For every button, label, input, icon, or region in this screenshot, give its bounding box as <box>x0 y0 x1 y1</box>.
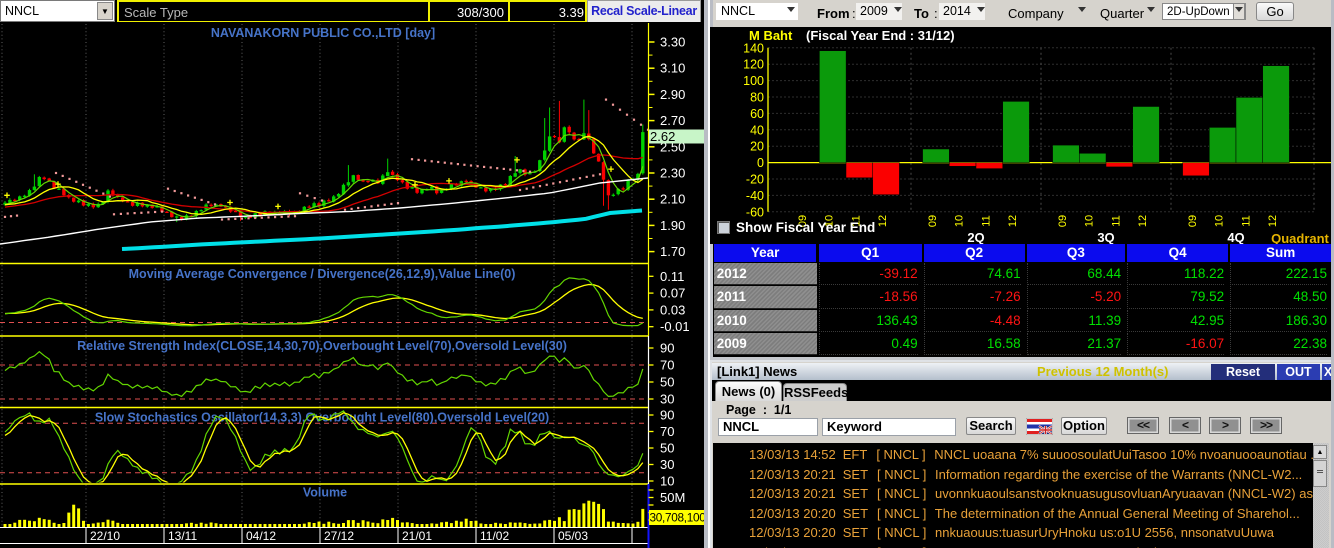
svg-text:11/02: 11/02 <box>480 529 509 543</box>
svg-text:0.03: 0.03 <box>660 302 685 317</box>
svg-text:80: 80 <box>750 91 764 105</box>
svg-text:-20: -20 <box>746 173 764 187</box>
svg-text:60: 60 <box>750 107 764 121</box>
svg-text:120: 120 <box>743 58 764 72</box>
svg-text:12: 12 <box>1007 215 1019 227</box>
svg-text:30,708,100: 30,708,100 <box>650 511 707 525</box>
svg-text:10: 10 <box>954 215 966 227</box>
svg-text:Quadrant: Quadrant <box>1271 231 1329 244</box>
svg-text:27/12: 27/12 <box>324 529 354 543</box>
svg-text:Relative Strength Index(CLOSE,: Relative Strength Index(CLOSE,14,30,70),… <box>77 339 567 353</box>
svg-text:2.62: 2.62 <box>650 129 675 144</box>
svg-text:-60: -60 <box>746 205 764 219</box>
svg-text:0.07: 0.07 <box>660 286 685 301</box>
svg-text:70: 70 <box>660 424 674 439</box>
svg-text:90: 90 <box>660 341 674 356</box>
svg-text:3Q: 3Q <box>1097 230 1114 244</box>
svg-text:2Q: 2Q <box>967 230 984 244</box>
svg-text:Moving Average Convergence / D: Moving Average Convergence / Divergence(… <box>129 267 516 281</box>
svg-text:21/01: 21/01 <box>402 529 432 543</box>
svg-text:11: 11 <box>980 215 992 226</box>
svg-text:09: 09 <box>927 215 939 227</box>
svg-text:13/11: 13/11 <box>168 529 197 543</box>
svg-text:09: 09 <box>1057 215 1069 227</box>
svg-text:2.30: 2.30 <box>660 166 685 181</box>
svg-text:10: 10 <box>660 474 674 489</box>
svg-text:0.11: 0.11 <box>660 269 684 284</box>
svg-text:-40: -40 <box>746 189 764 203</box>
svg-text:M Baht: M Baht <box>749 28 793 43</box>
svg-text:10: 10 <box>1084 215 1096 227</box>
svg-text:140: 140 <box>743 41 764 55</box>
svg-text:05/03: 05/03 <box>558 529 588 543</box>
svg-text:2.70: 2.70 <box>660 113 685 128</box>
svg-text:11: 11 <box>1240 215 1252 226</box>
svg-text:90: 90 <box>660 408 674 423</box>
svg-text:50: 50 <box>660 375 674 390</box>
svg-text:10: 10 <box>1214 215 1226 227</box>
svg-text:-0.01: -0.01 <box>660 319 690 334</box>
svg-text:3.30: 3.30 <box>660 35 685 50</box>
svg-text:50: 50 <box>660 441 674 456</box>
svg-text:4Q: 4Q <box>1227 230 1244 244</box>
svg-text:NAVANAKORN PUBLIC CO.,LTD [day: NAVANAKORN PUBLIC CO.,LTD [day] <box>211 26 435 40</box>
svg-text:30: 30 <box>660 457 674 472</box>
svg-text:30: 30 <box>660 392 674 407</box>
svg-text:Volume: Volume <box>303 486 347 500</box>
svg-text:09: 09 <box>1187 215 1199 227</box>
svg-text:0: 0 <box>757 156 764 170</box>
svg-text:70: 70 <box>660 358 674 373</box>
svg-text:22/10: 22/10 <box>90 529 120 543</box>
svg-text:11: 11 <box>1110 215 1122 226</box>
svg-text:1.90: 1.90 <box>660 218 685 233</box>
svg-text:12: 12 <box>1267 215 1279 227</box>
svg-text:50M: 50M <box>660 490 685 505</box>
svg-text:04/12: 04/12 <box>246 529 276 543</box>
svg-text:3.10: 3.10 <box>660 61 685 76</box>
svg-text:20: 20 <box>750 140 764 154</box>
svg-text:12: 12 <box>1137 215 1149 227</box>
svg-text:12: 12 <box>877 215 889 227</box>
svg-text:40: 40 <box>750 123 764 137</box>
svg-text:(Fiscal Year End : 31/12): (Fiscal Year End : 31/12) <box>806 28 955 43</box>
svg-text:100: 100 <box>743 74 764 88</box>
svg-text:2.90: 2.90 <box>660 87 685 102</box>
svg-text:1.70: 1.70 <box>660 244 685 259</box>
svg-text:2.10: 2.10 <box>660 192 685 207</box>
